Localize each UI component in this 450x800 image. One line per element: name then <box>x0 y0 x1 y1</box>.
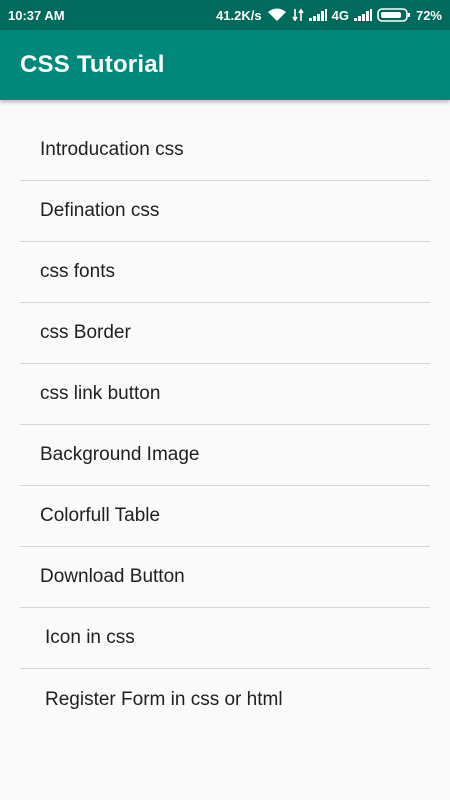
list-item[interactable]: css link button <box>20 364 430 425</box>
list-item[interactable]: Defination css <box>20 181 430 242</box>
battery-icon <box>377 8 411 22</box>
list-item-label: Register Form in css or html <box>45 688 283 710</box>
wifi-icon <box>267 8 287 22</box>
list-item[interactable]: Introducation css <box>20 120 430 181</box>
signal-icon-secondary <box>353 9 372 21</box>
list-item[interactable]: Icon in css <box>20 608 430 669</box>
list-item[interactable]: Register Form in css or html <box>20 669 430 730</box>
list-item[interactable]: Download Button <box>20 547 430 608</box>
list-item-label: Download Button <box>40 566 185 587</box>
list-item-label: css link button <box>40 383 161 404</box>
list-item[interactable]: css fonts <box>20 242 430 303</box>
list-item-label: Icon in css <box>45 627 135 648</box>
list-item-label: Background Image <box>40 444 200 465</box>
signal-icon <box>308 9 327 21</box>
list-item-label: Introducation css <box>40 139 184 160</box>
list-item-label: Colorfull Table <box>40 505 161 526</box>
status-time: 10:37 AM <box>8 7 65 23</box>
tutorial-list: Introducation css Defination css css fon… <box>20 120 430 730</box>
list-item-label: css fonts <box>40 261 115 282</box>
list-item-label: css Border <box>40 322 131 343</box>
data-transfer-icon <box>291 8 304 22</box>
status-bar: 10:37 AM 41.2K/s 4G 72% <box>0 0 450 30</box>
battery-percent: 72% <box>415 7 442 23</box>
list-item[interactable]: css Border <box>20 303 430 364</box>
list-item[interactable]: Background Image <box>20 425 430 486</box>
status-bar-right: 41.2K/s 4G 72% <box>216 8 442 23</box>
list-item[interactable]: Colorfull Table <box>20 486 430 547</box>
network-type: 4G <box>331 7 349 23</box>
app-bar: CSS Tutorial <box>0 30 450 100</box>
list-item-label: Defination css <box>40 200 160 221</box>
app-title: CSS Tutorial <box>20 51 165 78</box>
network-speed: 41.2K/s <box>216 7 262 23</box>
status-bar-left: 10:37 AM <box>8 8 65 23</box>
